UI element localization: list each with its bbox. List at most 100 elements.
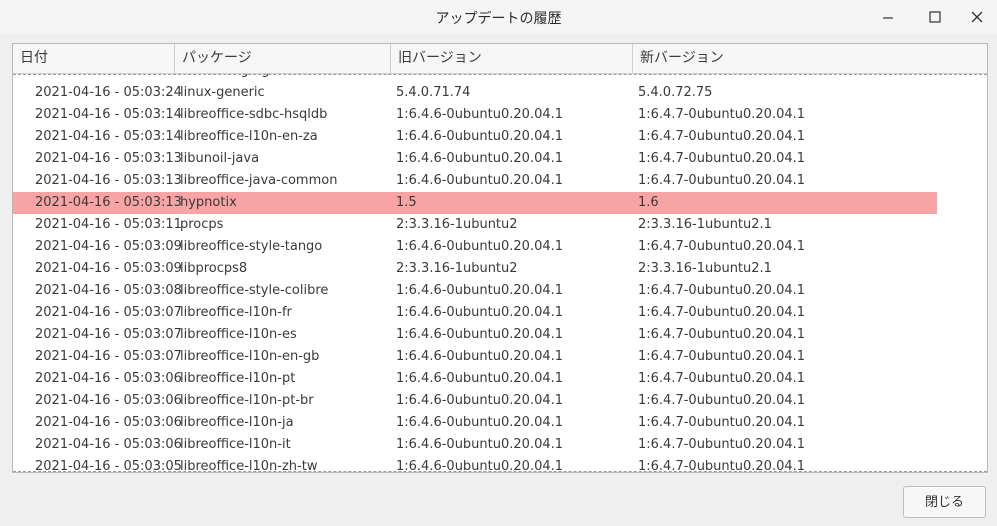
table-row[interactable]: 2021-04-16 - 05:03:06 libreoffice-l10n-pt… — [13, 368, 987, 390]
table-row[interactable]: 2021-04-16 - 05:03:06 libreoffice-l10n-ja… — [13, 412, 987, 434]
cell-package: linux-generic — [180, 85, 265, 100]
cell-new-version: 1.6 — [638, 195, 659, 210]
cell-new-version: 1:6.4.7-0ubuntu0.20.04.1 — [638, 393, 806, 408]
cell-package: linux-image-generic — [180, 74, 310, 82]
cell-new-version: 1:6.4.7-0ubuntu0.20.04.1 — [638, 459, 806, 472]
table-row[interactable]: 2021-04-16 - 05:03:08 libreoffice-style-c… — [13, 280, 987, 302]
cell-package: procps — [180, 217, 224, 232]
cell-package: libreoffice-l10n-zh-tw — [180, 459, 318, 472]
table-row[interactable]: 2021-04-16 - 05:03:24 linux-generic 5.4.0.… — [13, 82, 987, 104]
table-row[interactable]: 2021-04-16 - 05:03:07 libreoffice-l10n-fr… — [13, 302, 987, 324]
cell-date: 2021-04-16 - 05:03:06 — [35, 393, 182, 408]
cell-date: 2021-04-16 - 05:03:13 — [35, 151, 182, 166]
window-close-button[interactable] — [962, 4, 992, 30]
cell-new-version: 1:6.4.7-0ubuntu0.20.04.1 — [638, 415, 806, 430]
cell-new-version: 1:6.4.7-0ubuntu0.20.04.1 — [638, 239, 806, 254]
cell-old-version: 1.5 — [396, 195, 417, 210]
cell-old-version: 5.4.0.71.74 — [396, 85, 471, 100]
cell-new-version: 1:6.4.7-0ubuntu0.20.04.1 — [638, 107, 806, 122]
cell-date: 2021-04-16 - 05:03:07 — [35, 305, 182, 320]
table-row[interactable]: 2021-04-16 - 05:03:14 libreoffice-l10n-en… — [13, 126, 987, 148]
cell-date: 2021-04-16 - 05:03:11 — [35, 217, 182, 232]
column-header-date[interactable]: 日付 — [13, 44, 175, 73]
cell-old-version: 1:6.4.6-0ubuntu0.20.04.1 — [396, 151, 564, 166]
table-row[interactable]: 2021-04-16 - 05:03:09 libreoffice-style-t… — [13, 236, 987, 258]
cell-package: libreoffice-style-tango — [180, 239, 323, 254]
cell-date: 2021-04-16 - 05:03:06 — [35, 415, 182, 430]
column-header-new-version[interactable]: 新バージョン — [633, 44, 987, 73]
table-row[interactable]: 2021-04-16 - 05:03:13 libreoffice-java-co… — [13, 170, 987, 192]
cell-package: libreoffice-java-common — [180, 173, 338, 188]
cell-date: 2021-04-16 - 05:03:07 — [35, 327, 182, 342]
cell-new-version: 2:3.3.16-1ubuntu2.1 — [638, 261, 772, 276]
cell-old-version: 5.4.0.71.74 — [396, 74, 470, 82]
table-row[interactable]: 2021-04-16 - 05:03:14 libreoffice-sdbc-hs… — [13, 104, 987, 126]
scroll-edge-bottom — [13, 471, 987, 472]
table-row[interactable]: 2021-04-16 - 05:03:24linux-image-generic… — [13, 74, 987, 82]
cell-package: libunoil-java — [180, 151, 260, 166]
cell-old-version: 1:6.4.6-0ubuntu0.20.04.1 — [396, 371, 564, 386]
cell-date: 2021-04-16 - 05:03:08 — [35, 283, 182, 298]
cell-old-version: 1:6.4.6-0ubuntu0.20.04.1 — [396, 415, 564, 430]
cell-old-version: 2:3.3.16-1ubuntu2 — [396, 217, 518, 232]
cell-old-version: 1:6.4.6-0ubuntu0.20.04.1 — [396, 459, 564, 472]
cell-date: 2021-04-16 - 05:03:14 — [35, 129, 182, 144]
cell-package: libreoffice-l10n-pt — [180, 371, 296, 386]
minimize-button[interactable] — [873, 4, 903, 30]
cell-date: 2021-04-16 - 05:03:07 — [35, 349, 182, 364]
cell-package: libprocps8 — [180, 261, 248, 276]
cell-package: libreoffice-l10n-ja — [180, 415, 294, 430]
cell-old-version: 1:6.4.6-0ubuntu0.20.04.1 — [396, 393, 564, 408]
cell-date: 2021-04-16 - 05:03:06 — [35, 437, 182, 452]
table-row[interactable]: 2021-04-16 - 05:03:07 libreoffice-l10n-es… — [13, 324, 987, 346]
cell-package: hypnotix — [180, 195, 237, 210]
cell-old-version: 1:6.4.6-0ubuntu0.20.04.1 — [396, 349, 564, 364]
cell-package: libreoffice-sdbc-hsqldb — [180, 107, 328, 122]
cell-date: 2021-04-16 - 05:03:14 — [35, 107, 182, 122]
table-row[interactable]: 2021-04-16 - 05:03:06 libreoffice-l10n-it… — [13, 434, 987, 456]
cell-date: 2021-04-16 - 05:03:24 — [35, 74, 182, 82]
cell-old-version: 1:6.4.6-0ubuntu0.20.04.1 — [396, 129, 564, 144]
cell-package: libreoffice-l10n-it — [180, 437, 291, 452]
table-row[interactable]: 2021-04-16 - 05:03:06 libreoffice-l10n-pt… — [13, 390, 987, 412]
cell-package: libreoffice-l10n-es — [180, 327, 297, 342]
title-bar: アップデートの履歴 — [0, 0, 997, 34]
cell-old-version: 1:6.4.6-0ubuntu0.20.04.1 — [396, 327, 564, 342]
table-body: 2021-04-16 - 05:03:24linux-image-generic… — [13, 74, 987, 472]
close-button[interactable]: 閉じる — [903, 486, 986, 518]
cell-old-version: 1:6.4.6-0ubuntu0.20.04.1 — [396, 305, 564, 320]
table-row[interactable]: 2021-04-16 - 05:03:11 procps 2:3.3.16-1ubu… — [13, 214, 987, 236]
cell-date: 2021-04-16 - 05:03:24 — [35, 85, 182, 100]
scroll-edge-top — [13, 74, 987, 75]
cell-old-version: 1:6.4.6-0ubuntu0.20.04.1 — [396, 437, 564, 452]
cell-old-version: 1:6.4.6-0ubuntu0.20.04.1 — [396, 107, 564, 122]
cell-package: libreoffice-style-colibre — [180, 283, 329, 298]
table-row[interactable]: 2021-04-16 - 05:03:09 libprocps8 2:3.3.16-… — [13, 258, 987, 280]
cell-new-version: 1:6.4.7-0ubuntu0.20.04.1 — [638, 173, 806, 188]
cell-new-version: 1:6.4.7-0ubuntu0.20.04.1 — [638, 129, 806, 144]
cell-old-version: 1:6.4.6-0ubuntu0.20.04.1 — [396, 283, 564, 298]
cell-package: libreoffice-l10n-pt-br — [180, 393, 314, 408]
cell-old-version: 1:6.4.6-0ubuntu0.20.04.1 — [396, 173, 564, 188]
cell-package: libreoffice-l10n-en-gb — [180, 349, 320, 364]
table-row[interactable]: 2021-04-16 - 05:03:13 hypnotix 1.5 1.6 — [13, 192, 987, 214]
cell-old-version: 2:3.3.16-1ubuntu2 — [396, 261, 518, 276]
cell-date: 2021-04-16 - 05:03:09 — [35, 239, 182, 254]
cell-package: libreoffice-l10n-en-za — [180, 129, 318, 144]
column-header-package[interactable]: パッケージ — [175, 44, 391, 73]
cell-new-version: 1:6.4.7-0ubuntu0.20.04.1 — [638, 327, 806, 342]
table-row[interactable]: 2021-04-16 - 05:03:13 libunoil-java 1:6.4.… — [13, 148, 987, 170]
cell-new-version: 5.4.0.72.75 — [638, 85, 713, 100]
cell-date: 2021-04-16 - 05:03:13 — [35, 173, 182, 188]
table-header: 日付 パッケージ 旧バージョン 新バージョン — [13, 44, 987, 74]
cell-package: libreoffice-l10n-fr — [180, 305, 292, 320]
cell-date: 2021-04-16 - 05:03:09 — [35, 261, 182, 276]
cell-new-version: 1:6.4.7-0ubuntu0.20.04.1 — [638, 349, 806, 364]
table-row[interactable]: 2021-04-16 - 05:03:07 libreoffice-l10n-en… — [13, 346, 987, 368]
maximize-button[interactable] — [920, 4, 950, 30]
cell-new-version: 5.4.0.72.75 — [638, 74, 712, 82]
column-header-old-version[interactable]: 旧バージョン — [391, 44, 633, 73]
table-row[interactable]: 2021-04-16 - 05:03:05 libreoffice-l10n-zh… — [13, 456, 987, 472]
cell-new-version: 1:6.4.7-0ubuntu0.20.04.1 — [638, 151, 806, 166]
cell-old-version: 1:6.4.6-0ubuntu0.20.04.1 — [396, 239, 564, 254]
